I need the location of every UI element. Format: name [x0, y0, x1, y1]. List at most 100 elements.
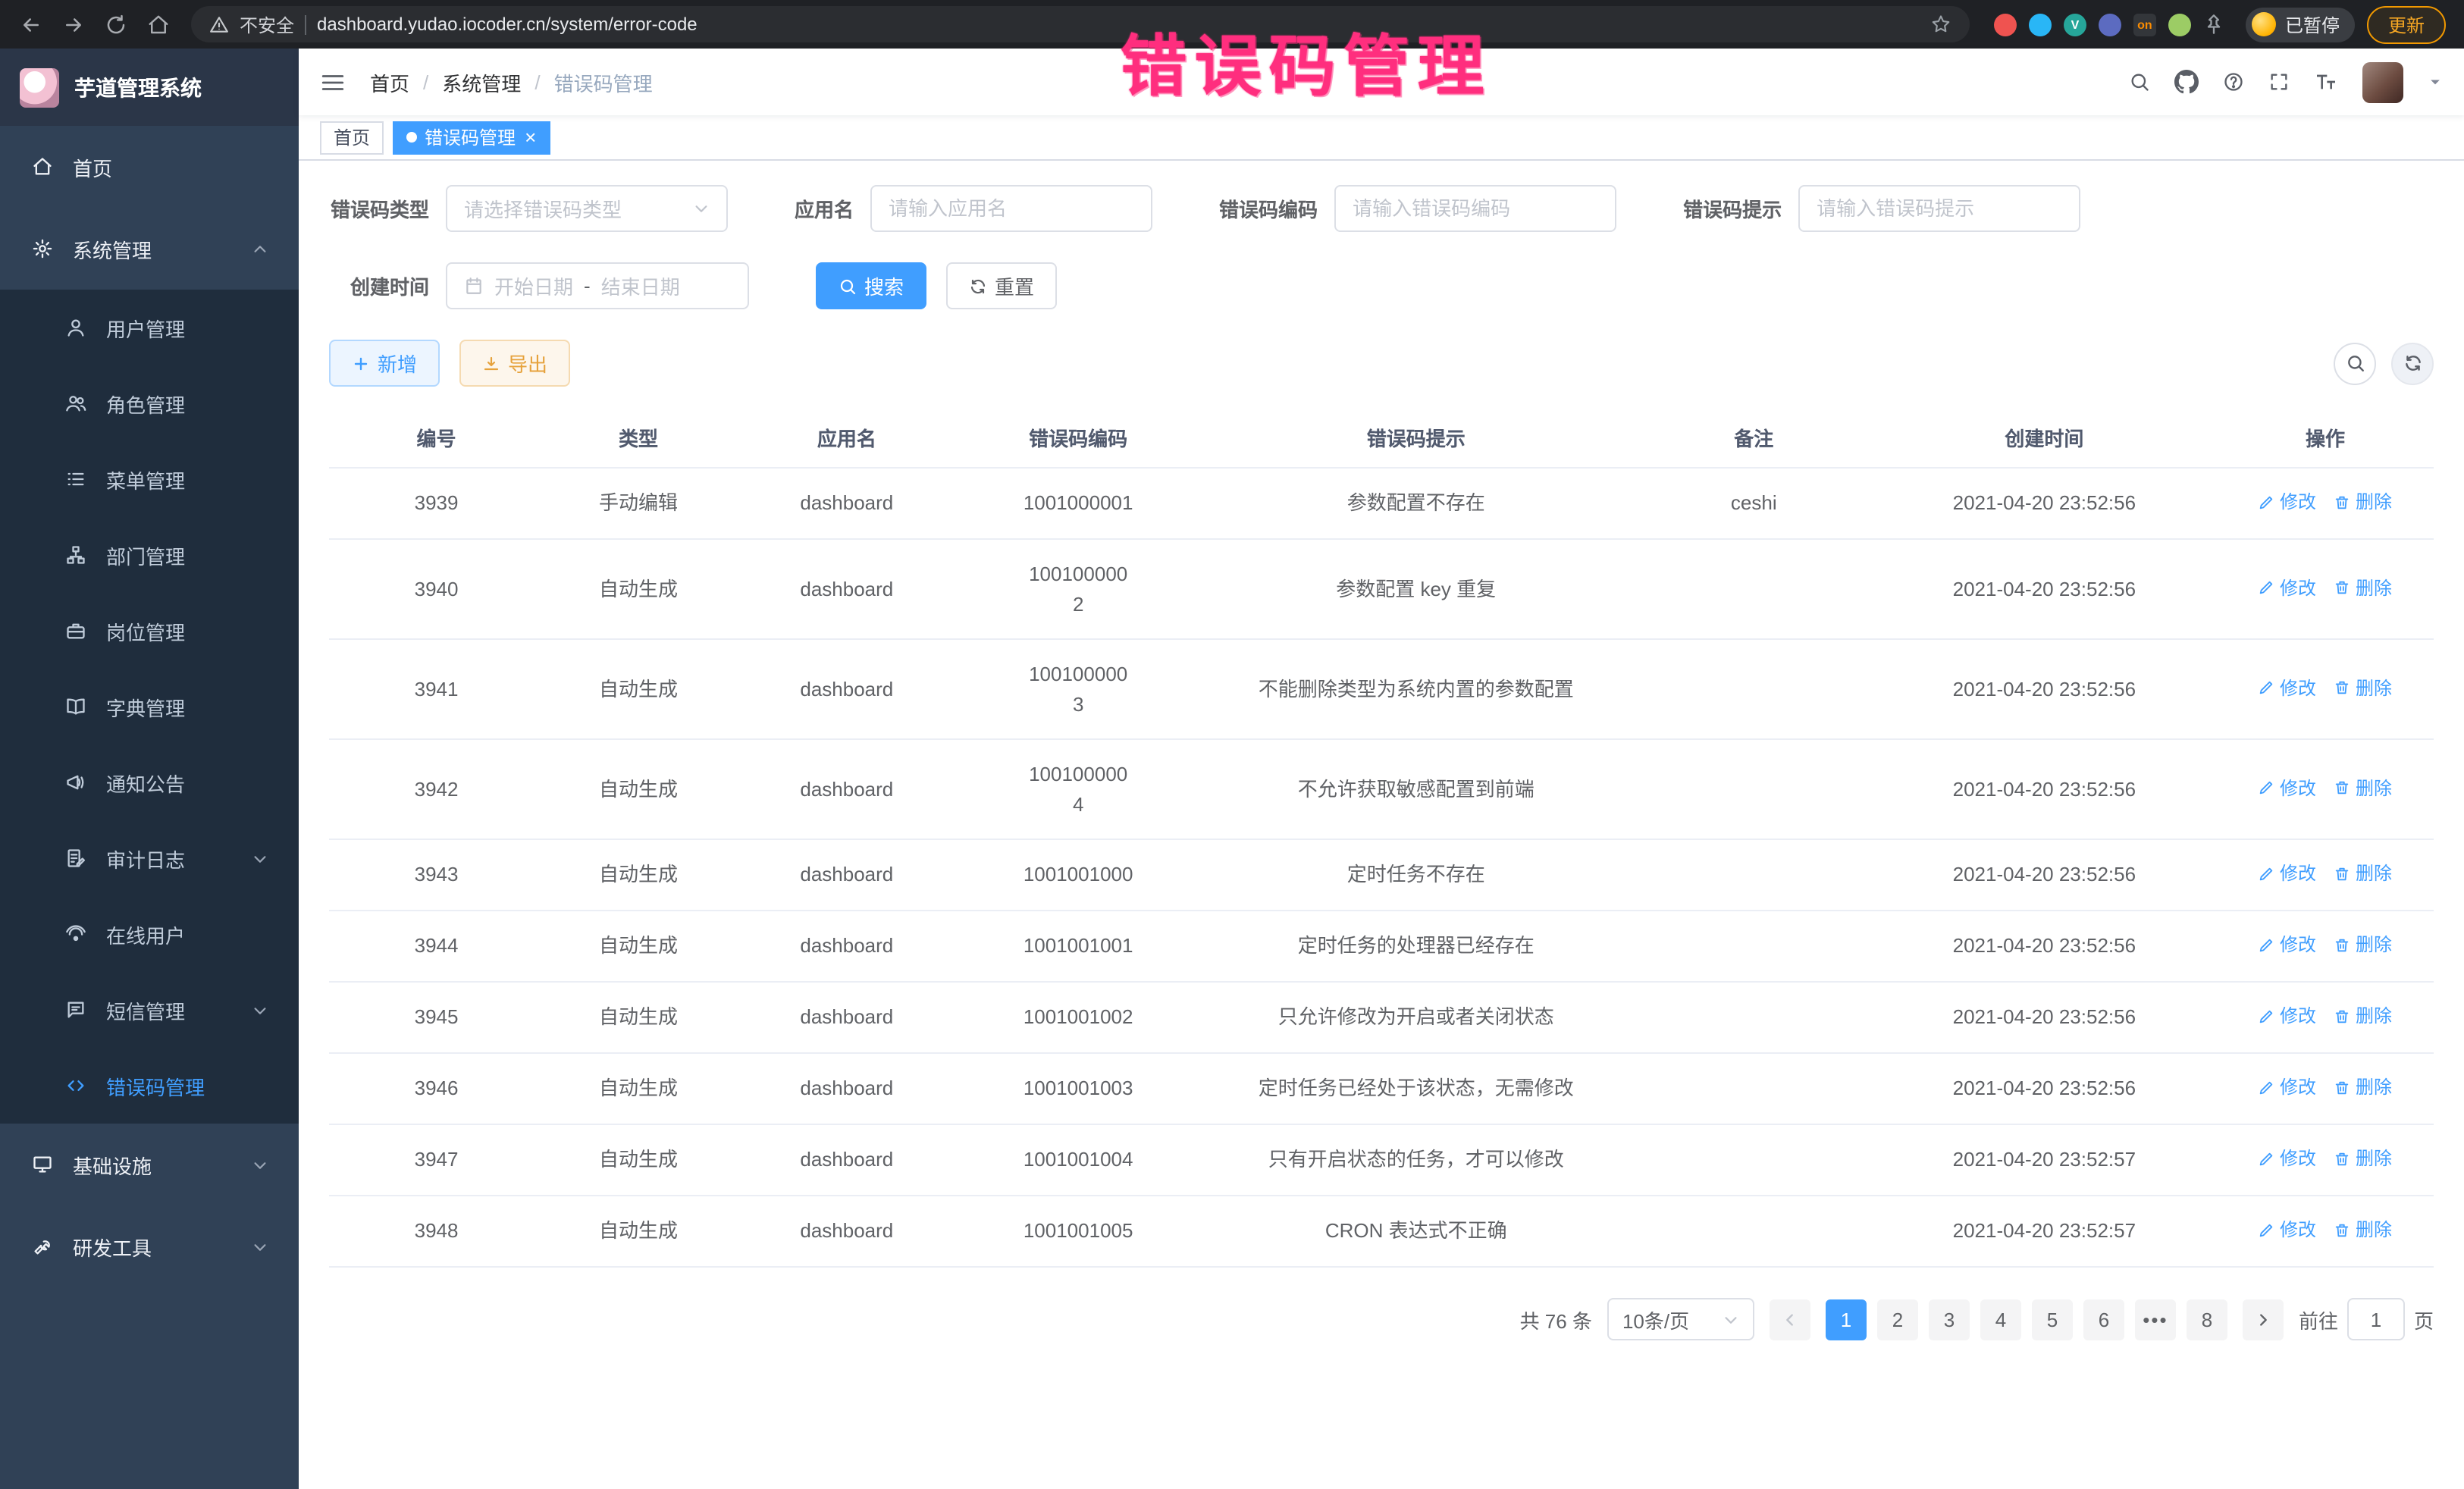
cell-应用名: dashboard: [733, 468, 961, 539]
page-button-6[interactable]: 6: [2083, 1299, 2124, 1340]
delete-button[interactable]: 删除: [2334, 488, 2392, 516]
delete-button[interactable]: 删除: [2334, 1216, 2392, 1243]
cell-应用名: dashboard: [733, 1124, 961, 1196]
export-button[interactable]: 导出: [459, 340, 570, 387]
reload-icon[interactable]: [97, 6, 133, 42]
help-icon[interactable]: [2223, 71, 2244, 92]
delete-button[interactable]: 删除: [2334, 774, 2392, 801]
home-icon[interactable]: [140, 6, 176, 42]
table-row-3942: 3942自动生成dashboard100100000 4不允许获取敏感配置到前端…: [329, 739, 2434, 839]
update-button[interactable]: 更新: [2367, 5, 2446, 43]
edit-button[interactable]: 修改: [2259, 1074, 2316, 1101]
tab-错误码管理[interactable]: 错误码管理×: [393, 121, 550, 154]
edit-button[interactable]: 修改: [2259, 931, 2316, 958]
onetab-extension-icon[interactable]: on: [2133, 13, 2156, 36]
caret-down-icon[interactable]: [2428, 74, 2443, 89]
pagination-prev-button[interactable]: [1770, 1299, 1810, 1340]
search-button[interactable]: 搜索: [816, 262, 926, 309]
pagination-pages: 123456 ••• 8: [1826, 1299, 2227, 1340]
delete-button[interactable]: 删除: [2334, 931, 2392, 958]
forward-icon[interactable]: [55, 6, 91, 42]
breadcrumb-item-首页[interactable]: 首页: [370, 67, 409, 96]
sidebar-item-基础设施[interactable]: 基础设施: [0, 1124, 299, 1205]
breadcrumb-item-错误码管理: 错误码管理: [554, 67, 653, 96]
edit-button[interactable]: 修改: [2259, 574, 2316, 601]
browser-chrome: 不安全 dashboard.yudao.iocoder.cn/system/er…: [0, 0, 2464, 49]
search-icon: [839, 277, 857, 295]
picker-extension-icon[interactable]: [2029, 13, 2052, 36]
page-size-select[interactable]: 10条/页: [1607, 1298, 1754, 1340]
delete-button[interactable]: 删除: [2334, 1145, 2392, 1172]
sidebar-item-部门管理[interactable]: 部门管理: [0, 517, 299, 593]
error-msg-input[interactable]: [1798, 185, 2080, 232]
search-icon[interactable]: [2129, 71, 2150, 92]
avatar[interactable]: [2362, 61, 2403, 102]
logo[interactable]: 芋道管理系统: [0, 49, 299, 126]
pin-icon[interactable]: [2203, 14, 2224, 35]
app-name-input[interactable]: [870, 185, 1152, 232]
page-button-4[interactable]: 4: [1980, 1299, 2021, 1340]
leaf-extension-icon[interactable]: [2168, 13, 2191, 36]
bookmark-star-icon[interactable]: [1930, 14, 1951, 35]
back-icon[interactable]: [12, 6, 49, 42]
pagination-next-button[interactable]: [2243, 1299, 2284, 1340]
delete-button[interactable]: 删除: [2334, 674, 2392, 701]
sidebar-item-审计日志[interactable]: 审计日志: [0, 820, 299, 896]
fullscreen-icon[interactable]: [2268, 71, 2290, 92]
page-button-2[interactable]: 2: [1877, 1299, 1918, 1340]
page-button-5[interactable]: 5: [2032, 1299, 2073, 1340]
pagination-more-button[interactable]: •••: [2135, 1299, 2176, 1340]
record-extension-icon[interactable]: [1994, 13, 2017, 36]
page-button-1[interactable]: 1: [1826, 1299, 1867, 1340]
refresh-table-button[interactable]: [2391, 342, 2434, 384]
sidebar-item-岗位管理[interactable]: 岗位管理: [0, 593, 299, 669]
reset-button[interactable]: 重置: [946, 262, 1057, 309]
error-code-input[interactable]: [1334, 185, 1616, 232]
delete-button[interactable]: 删除: [2334, 1002, 2392, 1030]
sidebar-item-通知公告[interactable]: 通知公告: [0, 744, 299, 820]
edit-button[interactable]: 修改: [2259, 1002, 2316, 1030]
toggle-search-button[interactable]: [2334, 342, 2376, 384]
edit-button[interactable]: 修改: [2259, 774, 2316, 801]
tab-close-icon[interactable]: ×: [525, 127, 536, 147]
address-bar[interactable]: 不安全 dashboard.yudao.iocoder.cn/system/er…: [191, 6, 1970, 42]
edit-button[interactable]: 修改: [2259, 674, 2316, 701]
gear-icon: [30, 238, 55, 259]
sidebar-item-首页[interactable]: 首页: [0, 126, 299, 208]
sidebar-item-用户管理[interactable]: 用户管理: [0, 290, 299, 365]
delete-button[interactable]: 删除: [2334, 574, 2392, 601]
font-size-icon[interactable]: [2314, 70, 2338, 94]
edit-button[interactable]: 修改: [2259, 488, 2316, 516]
page-button-3[interactable]: 3: [1929, 1299, 1970, 1340]
hamburger-icon[interactable]: [320, 69, 346, 95]
home-icon: [30, 156, 55, 177]
edit-button[interactable]: 修改: [2259, 860, 2316, 887]
sidebar-item-系统管理[interactable]: 系统管理: [0, 208, 299, 290]
page-content: 错误码类型 请选择错误码类型 应用名 错误码编码: [299, 161, 2464, 1489]
sidebar-item-字典管理[interactable]: 字典管理: [0, 669, 299, 744]
edit-button[interactable]: 修改: [2259, 1216, 2316, 1243]
delete-button[interactable]: 删除: [2334, 860, 2392, 887]
add-button[interactable]: 新增: [329, 340, 440, 387]
edit-button[interactable]: 修改: [2259, 1145, 2316, 1172]
sidebar-item-短信管理[interactable]: 短信管理: [0, 972, 299, 1048]
v-extension-icon[interactable]: V: [2064, 13, 2086, 36]
paused-badge[interactable]: 已暂停: [2246, 7, 2355, 42]
sidebar-item-研发工具[interactable]: 研发工具: [0, 1205, 299, 1287]
sidebar-item-在线用户[interactable]: 在线用户: [0, 896, 299, 972]
cell-应用名: dashboard: [733, 839, 961, 911]
tab-首页[interactable]: 首页: [320, 121, 384, 154]
page-button-8[interactable]: 8: [2187, 1299, 2227, 1340]
sidebar-item-角色管理[interactable]: 角色管理: [0, 365, 299, 441]
pagination-goto: 前往 页: [2299, 1298, 2434, 1340]
breadcrumb-item-系统管理[interactable]: 系统管理: [442, 67, 521, 96]
date-range-picker[interactable]: 开始日期 - 结束日期: [446, 262, 749, 309]
grid-extension-icon[interactable]: [2099, 13, 2121, 36]
error-type-select[interactable]: 请选择错误码类型: [446, 185, 728, 232]
sidebar-item-菜单管理[interactable]: 菜单管理: [0, 441, 299, 517]
sidebar-item-错误码管理[interactable]: 错误码管理: [0, 1048, 299, 1124]
delete-button[interactable]: 删除: [2334, 1074, 2392, 1101]
cell-备注: [1636, 982, 1872, 1053]
goto-page-input[interactable]: [2347, 1298, 2405, 1340]
github-icon[interactable]: [2174, 70, 2199, 94]
